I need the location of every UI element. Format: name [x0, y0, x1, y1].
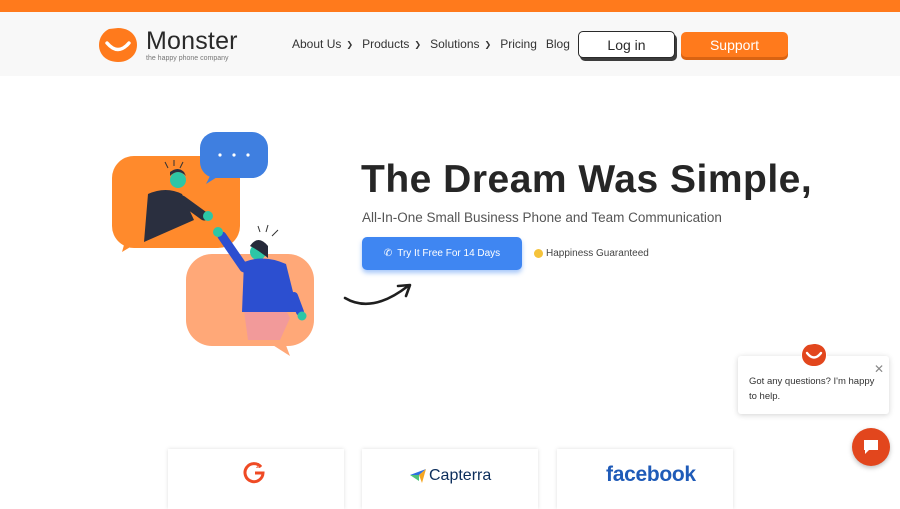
chevron-down-icon: ❯ [484, 39, 492, 49]
happiness-guarantee: Happiness Guaranteed [534, 248, 649, 259]
brand-logo[interactable]: Monster the happy phone company [98, 26, 238, 64]
nav-item-pricing[interactable]: Pricing [500, 37, 537, 51]
chat-greeting-message: Got any questions? I'm happy to help. [749, 376, 875, 402]
smiley-icon [534, 249, 543, 258]
nav-item-label: About Us [292, 37, 342, 51]
nav-item-about-us[interactable]: About Us ❯ [292, 37, 353, 51]
top-accent-bar [0, 0, 900, 12]
g2-review-badge[interactable]: 2 [168, 449, 344, 509]
hero-subtitle: All-In-One Small Business Phone and Team… [362, 210, 722, 225]
curved-arrow-icon [343, 283, 412, 306]
monster-logo-icon [99, 28, 137, 62]
support-button[interactable]: Support [681, 32, 788, 57]
brand-name: Monster [146, 26, 238, 55]
g2-logo-icon: 2 [243, 462, 265, 484]
free-trial-label: Try It Free For 14 Days [397, 248, 501, 259]
chat-bubble-icon [864, 440, 878, 454]
capterra-review-badge[interactable]: Capterra [362, 449, 538, 509]
site-header: Monster the happy phone company About Us… [0, 12, 900, 76]
facebook-review-badge[interactable]: facebook [557, 449, 733, 509]
main-nav: About Us ❯ Products ❯ Solutions ❯ Pricin… [292, 37, 579, 51]
facebook-wordmark: facebook [606, 463, 696, 486]
chat-agent-avatar-icon [801, 342, 827, 368]
nav-item-label: Blog [545, 37, 570, 51]
nav-item-products[interactable]: Products ❯ [362, 37, 421, 51]
svg-text:2: 2 [256, 463, 260, 470]
chevron-down-icon: ❯ [414, 39, 422, 49]
nav-item-label: Solutions [430, 37, 480, 51]
free-trial-button[interactable]: ✆ Try It Free For 14 Days [362, 237, 522, 270]
nav-item-solutions[interactable]: Solutions ❯ [430, 37, 491, 51]
hero-title: The Dream Was Simple, [361, 158, 813, 201]
capterra-logo-icon [410, 469, 426, 483]
nav-item-blog[interactable]: Blog [546, 37, 570, 51]
chat-launcher-button[interactable] [852, 428, 890, 466]
nav-item-label: Products [362, 37, 410, 51]
chevron-down-icon: ❯ [346, 39, 354, 49]
capterra-wordmark: Capterra [429, 467, 492, 484]
login-button[interactable]: Log in [578, 31, 675, 58]
happiness-guarantee-label: Happiness Guaranteed [546, 248, 649, 259]
brand-tagline: the happy phone company [146, 54, 229, 62]
chat-people-illustration-icon [112, 132, 314, 356]
capterra-logo: Capterra [410, 467, 491, 485]
nav-item-label: Pricing [500, 37, 537, 51]
phone-icon: ✆ [383, 248, 393, 259]
